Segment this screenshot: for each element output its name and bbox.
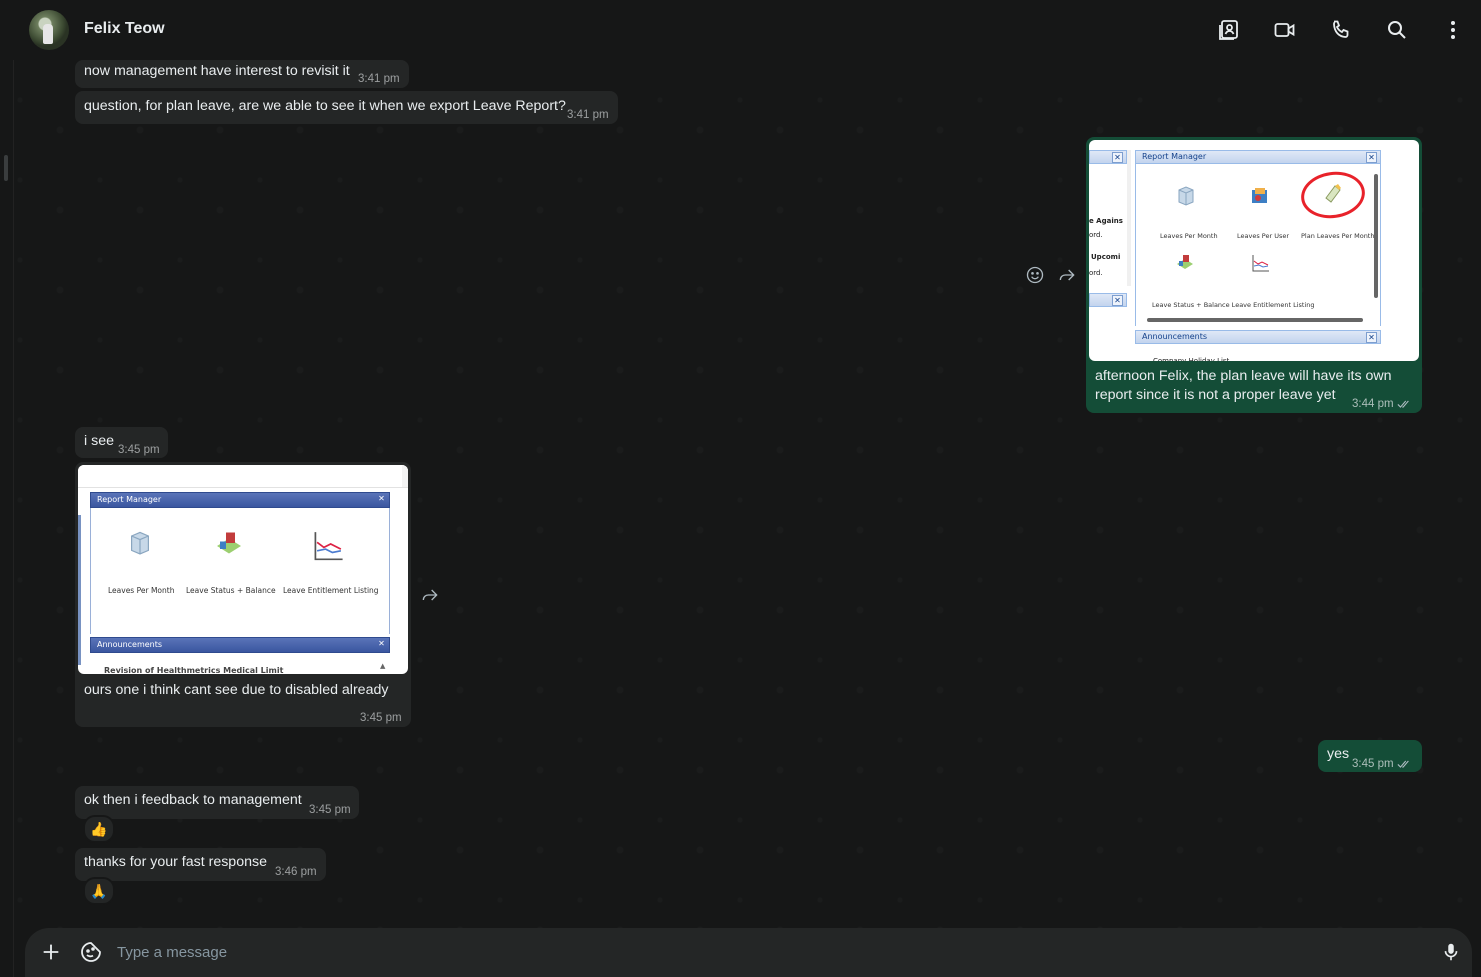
- report-icon: [1176, 185, 1196, 207]
- attach-plus-icon[interactable]: [39, 940, 63, 964]
- report-label[interactable]: Leave Entitlement Listing: [283, 581, 379, 600]
- report-icon: [1251, 252, 1271, 274]
- read-ticks-icon: [1397, 757, 1411, 776]
- panel-title: Report Manager: [97, 495, 162, 504]
- panel-title: Announcements: [1142, 332, 1208, 341]
- message-time: 3:45 pm: [309, 804, 351, 816]
- message-incoming[interactable]: Report Manager ✕ Leaves Per Month Leave …: [75, 462, 411, 727]
- message-incoming[interactable]: thanks for your fast response 3:46 pm: [75, 848, 326, 881]
- video-call-icon[interactable]: [1273, 18, 1297, 42]
- scrollbar[interactable]: [1374, 174, 1378, 298]
- message-text: now management have interest to revisit …: [84, 63, 350, 79]
- forward-icon[interactable]: [419, 584, 441, 606]
- report-label[interactable]: Leaves Per User: [1237, 227, 1289, 246]
- message-incoming[interactable]: i see 3:45 pm: [75, 427, 168, 458]
- message-time: 3:45 pm: [360, 712, 402, 724]
- report-label[interactable]: Plan Leaves Per Month: [1301, 227, 1374, 246]
- reaction-badge[interactable]: 👍: [83, 815, 115, 843]
- message-composer: Type a message: [25, 928, 1472, 977]
- resize-handle[interactable]: [4, 155, 8, 181]
- message-text: ok then i feedback to management: [84, 792, 302, 808]
- close-icon: ✕: [1112, 295, 1123, 306]
- message-text: question, for plan leave, are we able to…: [84, 98, 566, 114]
- close-icon: ✕: [1366, 152, 1377, 163]
- panel-header: ✕: [1089, 150, 1127, 164]
- scrollbar[interactable]: [1147, 318, 1363, 322]
- message-incoming[interactable]: question, for plan leave, are we able to…: [75, 91, 618, 124]
- sticker-emoji-icon[interactable]: [79, 940, 103, 964]
- panel-header: Announcements ✕: [90, 637, 390, 653]
- panel-header: ✕: [1089, 293, 1127, 307]
- message-time: 3:41 pm: [358, 73, 400, 85]
- report-icon: [128, 530, 152, 556]
- emoji-react-icon[interactable]: [1024, 264, 1046, 286]
- close-icon: ✕: [1112, 152, 1123, 163]
- message-caption: afternoon Felix, the plan leave will hav…: [1095, 368, 1392, 384]
- report-label[interactable]: Leave Status + Balance: [186, 581, 276, 600]
- image-attachment[interactable]: Report Manager ✕ Leaves Per Month Leave …: [78, 465, 408, 674]
- report-icon: [1175, 252, 1195, 274]
- message-input[interactable]: Type a message: [117, 944, 227, 961]
- close-icon: ✕: [378, 639, 385, 648]
- report-icon: [312, 527, 346, 561]
- message-caption: ours one i think cant see due to disable…: [84, 682, 389, 698]
- close-icon: ✕: [378, 494, 385, 503]
- message-time: 3:45 pm: [1352, 755, 1411, 776]
- message-time: 3:44 pm: [1352, 395, 1411, 416]
- message-incoming[interactable]: now management have interest to revisit …: [75, 60, 409, 88]
- message-text: yes: [1327, 746, 1350, 762]
- read-ticks-icon: [1397, 397, 1411, 416]
- side-text: ord.: [1089, 269, 1103, 277]
- phone-icon[interactable]: [1329, 18, 1353, 42]
- panel-title: Report Manager: [1142, 152, 1207, 161]
- panel-header: Report Manager ✕: [90, 492, 390, 508]
- message-time: 3:45 pm: [118, 444, 160, 456]
- report-label[interactable]: Leave Status + Balance Leave Entitlement…: [1152, 296, 1315, 315]
- forward-icon[interactable]: [1056, 264, 1078, 286]
- message-text: i see: [84, 433, 114, 449]
- message-time: 3:41 pm: [567, 109, 609, 121]
- contact-name[interactable]: Felix Teow: [84, 20, 165, 38]
- menu-dots-icon[interactable]: [1441, 18, 1465, 42]
- microphone-icon[interactable]: [1439, 940, 1463, 964]
- message-incoming[interactable]: ok then i feedback to management 3:45 pm: [75, 786, 359, 819]
- chat-header: Felix Teow: [13, 0, 1481, 60]
- contact-card-icon[interactable]: [1217, 18, 1241, 42]
- message-outgoing[interactable]: ✕ e Agains ord. Upcomi ord. ✕ Report Man…: [1086, 137, 1422, 413]
- panel-header: Announcements ✕: [1135, 330, 1381, 344]
- report-label[interactable]: Leaves Per Month: [108, 581, 174, 600]
- reaction-badge[interactable]: 🙏: [83, 877, 115, 905]
- side-panel-edge: [0, 0, 14, 977]
- image-attachment[interactable]: ✕ e Agains ord. Upcomi ord. ✕ Report Man…: [1089, 140, 1419, 361]
- announcement-text: Revision of Healthmetrics Medical Limit: [104, 666, 284, 674]
- message-outgoing[interactable]: yes 3:45 pm: [1318, 740, 1422, 772]
- message-text: thanks for your fast response: [84, 854, 267, 870]
- panel-header: Report Manager ✕: [1135, 150, 1381, 164]
- message-time: 3:46 pm: [275, 866, 317, 878]
- report-icon: [214, 528, 244, 558]
- search-icon[interactable]: [1385, 18, 1409, 42]
- report-label[interactable]: Leaves Per Month: [1160, 227, 1218, 246]
- close-icon: ✕: [1366, 332, 1377, 343]
- contact-avatar[interactable]: [29, 10, 69, 50]
- chat-window: Felix Teow now management have interest …: [0, 0, 1481, 977]
- panel-title: Announcements: [97, 640, 163, 649]
- announcement-text: Company Holiday List: [1153, 357, 1230, 361]
- side-text: ord.: [1089, 231, 1103, 239]
- report-icon: [1323, 182, 1343, 204]
- report-icon: [1250, 185, 1270, 207]
- message-caption: report since it is not a proper leave ye…: [1095, 387, 1336, 403]
